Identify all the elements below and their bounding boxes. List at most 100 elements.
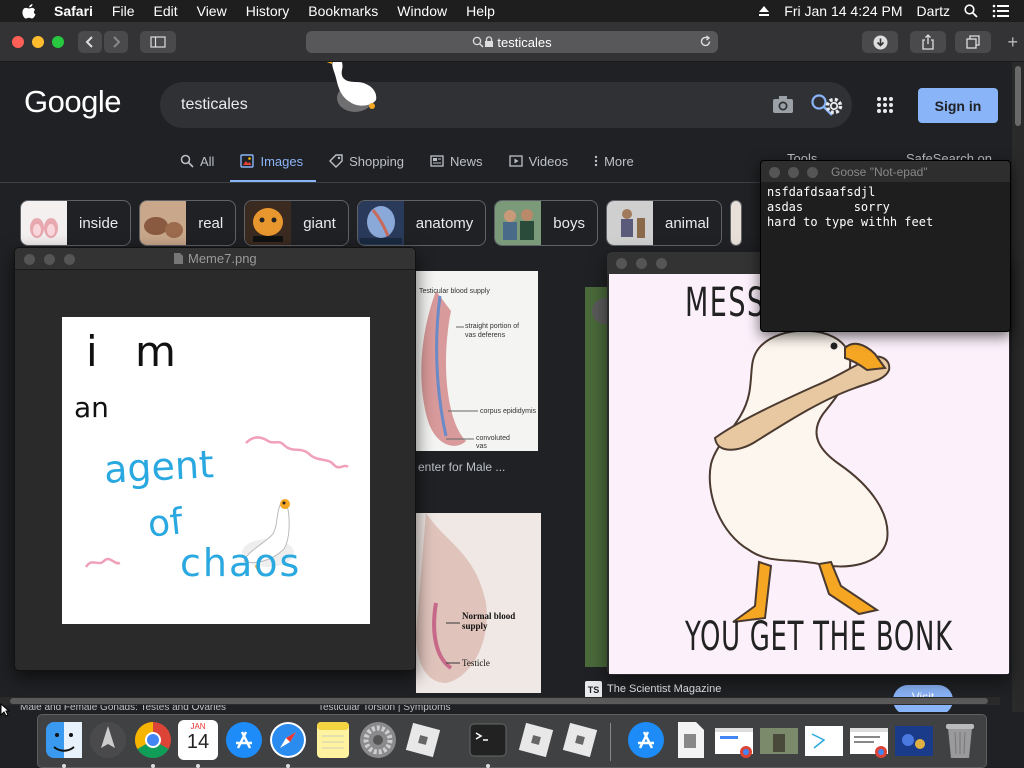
result-caption[interactable]: enter for Male ... [418,460,505,474]
reload-icon[interactable] [699,35,712,48]
system-preferences-icon[interactable] [358,720,398,760]
sign-in-button[interactable]: Sign in [918,88,998,123]
eject-icon[interactable] [758,5,770,17]
dock: JAN 14 [37,714,987,768]
tab-shopping[interactable]: Shopping [329,150,404,172]
tabs-overview-button[interactable] [955,31,991,53]
tab-videos[interactable]: Videos [508,150,568,172]
menu-user[interactable]: Dartz [917,3,950,19]
chip-thumbnail [245,201,292,245]
goose-notepad-window[interactable]: Goose "Not-epad" nsfdafdsaafsdjl asdas so… [760,160,1011,332]
related-chips: inside real giant anatomy boys animal [20,200,750,246]
terminal-icon[interactable] [468,720,508,760]
downloads-button[interactable] [862,31,898,53]
menu-history[interactable]: History [246,3,290,19]
back-button[interactable] [78,31,102,53]
app-store-icon[interactable] [626,720,666,760]
close-window-button[interactable] [769,167,780,178]
horizontal-scrollbar[interactable] [0,697,1000,705]
finder-icon[interactable] [44,720,84,760]
address-bar[interactable]: testicales [306,31,718,53]
notepad-text-area[interactable]: nsfdafdsaafsdjl asdas sorry hard to type w… [761,182,1010,233]
close-window-button[interactable] [616,258,627,269]
minimize-window-button[interactable] [636,258,647,269]
tab-all[interactable]: All [180,150,214,172]
notes-icon[interactable] [313,720,353,760]
apple-icon[interactable] [18,3,40,19]
chip-animal[interactable]: animal [605,200,723,246]
new-tab-button[interactable]: + [1007,33,1018,51]
menu-app-name[interactable]: Safari [54,3,93,19]
camera-icon[interactable] [772,94,794,114]
zoom-window-button[interactable] [64,254,75,265]
window-thumbnail[interactable] [849,720,889,760]
window-thumbnail[interactable] [894,720,934,760]
google-apps-icon[interactable] [876,96,894,114]
search-query[interactable]: testicales [181,96,248,114]
result-image-anatomy-1[interactable]: Testicular blood supply straight portion… [416,271,538,451]
chrome-icon[interactable] [133,720,173,760]
preview-titlebar[interactable]: Meme7.png [15,248,415,270]
google-search-box[interactable]: testicales [160,82,852,128]
gear-icon[interactable] [824,96,844,116]
chip-label: animal [664,214,710,232]
roblox-icon[interactable] [560,720,600,760]
menu-view[interactable]: View [197,3,227,19]
document-icon[interactable] [670,720,710,760]
minimize-window-button[interactable] [788,167,799,178]
google-logo[interactable]: Google [24,84,121,120]
menu-edit[interactable]: Edit [153,3,177,19]
tab-more[interactable]: More [594,150,634,172]
running-indicator [151,764,155,768]
app-store-icon[interactable] [224,720,264,760]
preview-window[interactable]: Meme7.png i m an agent of chaos [14,247,416,671]
drawing-text-line: chaos [180,541,302,585]
chip-partial[interactable] [730,200,743,246]
result-image-anatomy-2[interactable]: Normal blood supply Testicle [416,513,541,693]
safari-toolbar: testicales + [0,22,1024,62]
spotlight-icon[interactable] [964,4,978,18]
forward-button[interactable] [104,31,128,53]
share-button[interactable] [910,31,946,53]
safari-icon[interactable] [268,720,308,760]
menu-file[interactable]: File [112,3,135,19]
notification-center-icon[interactable] [992,4,1010,18]
zoom-window-button[interactable] [807,167,818,178]
drawing-text-line: an [74,391,109,424]
tab-news[interactable]: News [430,150,483,172]
menu-window[interactable]: Window [397,3,447,19]
tab-images[interactable]: Images [240,150,303,172]
window-thumbnail[interactable] [759,720,799,760]
launchpad-icon[interactable] [88,720,128,760]
close-window-button[interactable] [12,36,24,48]
window-thumbnail[interactable] [804,720,844,760]
menu-help[interactable]: Help [466,3,495,19]
chip-boys[interactable]: boys [494,200,598,246]
menu-bookmarks[interactable]: Bookmarks [308,3,378,19]
notepad-titlebar[interactable]: Goose "Not-epad" [761,161,1010,182]
chip-label: real [198,214,224,232]
running-indicator [286,764,290,768]
calendar-icon[interactable]: JAN 14 [178,720,218,760]
share-icon [922,34,934,50]
chip-anatomy[interactable]: anatomy [356,200,487,246]
sidebar-button[interactable] [140,31,176,53]
menu-clock[interactable]: Fri Jan 14 4:24 PM [784,3,902,19]
roblox-icon[interactable] [516,720,556,760]
chip-real[interactable]: real [139,200,237,246]
minimize-window-button[interactable] [44,254,55,265]
zoom-window-button[interactable] [656,258,667,269]
trash-icon[interactable] [940,720,980,760]
vertical-scrollbar[interactable] [1012,62,1024,712]
result-source[interactable]: The Scientist Magazine [607,683,721,695]
chip-giant[interactable]: giant [244,200,349,246]
more-icon [594,155,598,167]
zoom-window-button[interactable] [52,36,64,48]
chip-inside[interactable]: inside [20,200,132,246]
roblox-icon[interactable] [403,720,443,760]
minimize-window-button[interactable] [32,36,44,48]
desktop-goose[interactable] [322,62,382,124]
close-window-button[interactable] [24,254,35,265]
anatomy-label: Testicle [462,658,490,668]
window-thumbnail[interactable] [714,720,754,760]
